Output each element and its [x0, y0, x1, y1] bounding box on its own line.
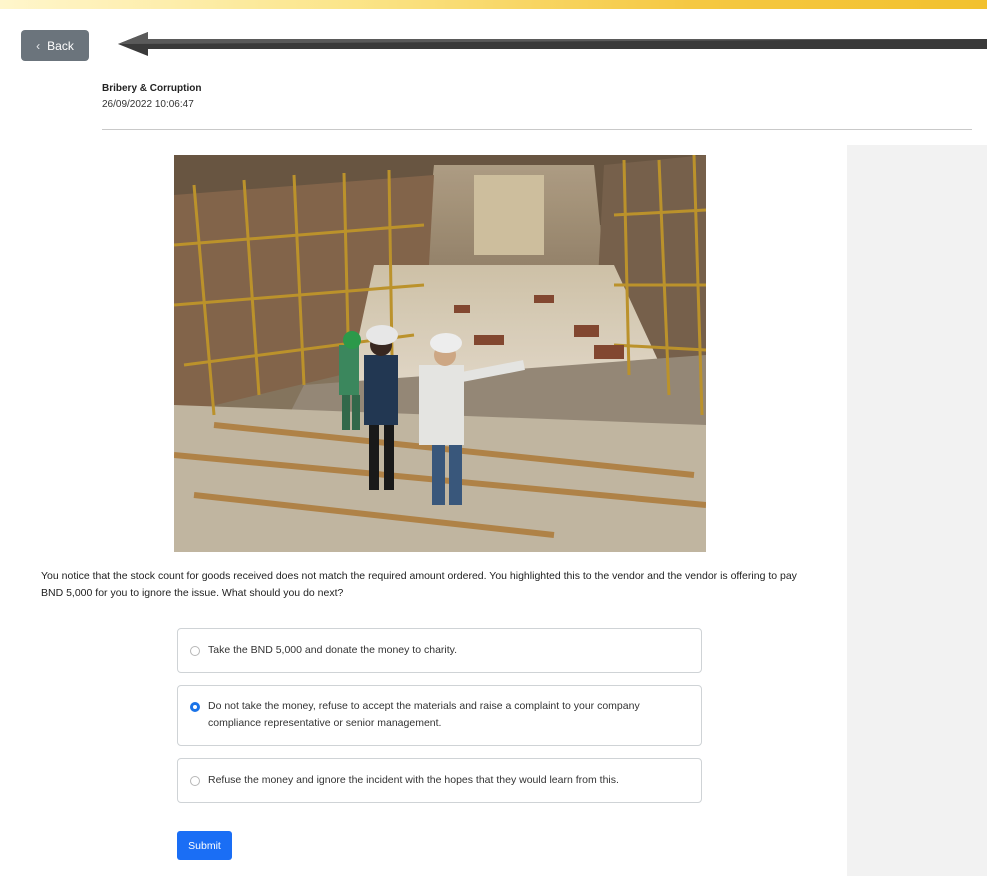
- answer-option-label: Do not take the money, refuse to accept …: [208, 700, 640, 729]
- answer-option-label: Take the BND 5,000 and donate the money …: [208, 644, 458, 656]
- question-text: You notice that the stock count for good…: [41, 570, 797, 599]
- course-timestamp: 26/09/2022 10:06:47: [102, 99, 194, 110]
- back-button[interactable]: ‹ Back: [21, 30, 89, 61]
- header-divider: [102, 129, 972, 130]
- radio-unchecked-icon[interactable]: [190, 646, 200, 656]
- back-button-label: Back: [47, 38, 74, 53]
- chevron-left-icon: ‹: [36, 38, 41, 53]
- radio-checked-icon[interactable]: [190, 702, 200, 712]
- answer-option-label: Refuse the money and ignore the incident…: [208, 774, 619, 786]
- answer-option-1[interactable]: Take the BND 5,000 and donate the money …: [177, 628, 702, 673]
- answer-option-3[interactable]: Refuse the money and ignore the incident…: [177, 758, 702, 803]
- top-accent-stripe: [0, 0, 987, 9]
- construction-site-image: [174, 155, 706, 552]
- course-title: Bribery & Corruption: [102, 83, 202, 94]
- radio-unchecked-icon[interactable]: [190, 776, 200, 786]
- answer-option-2[interactable]: Do not take the money, refuse to accept …: [177, 685, 702, 746]
- arrow-left-icon: [118, 32, 987, 56]
- submit-button[interactable]: Submit: [177, 831, 232, 860]
- side-panel: [847, 145, 987, 876]
